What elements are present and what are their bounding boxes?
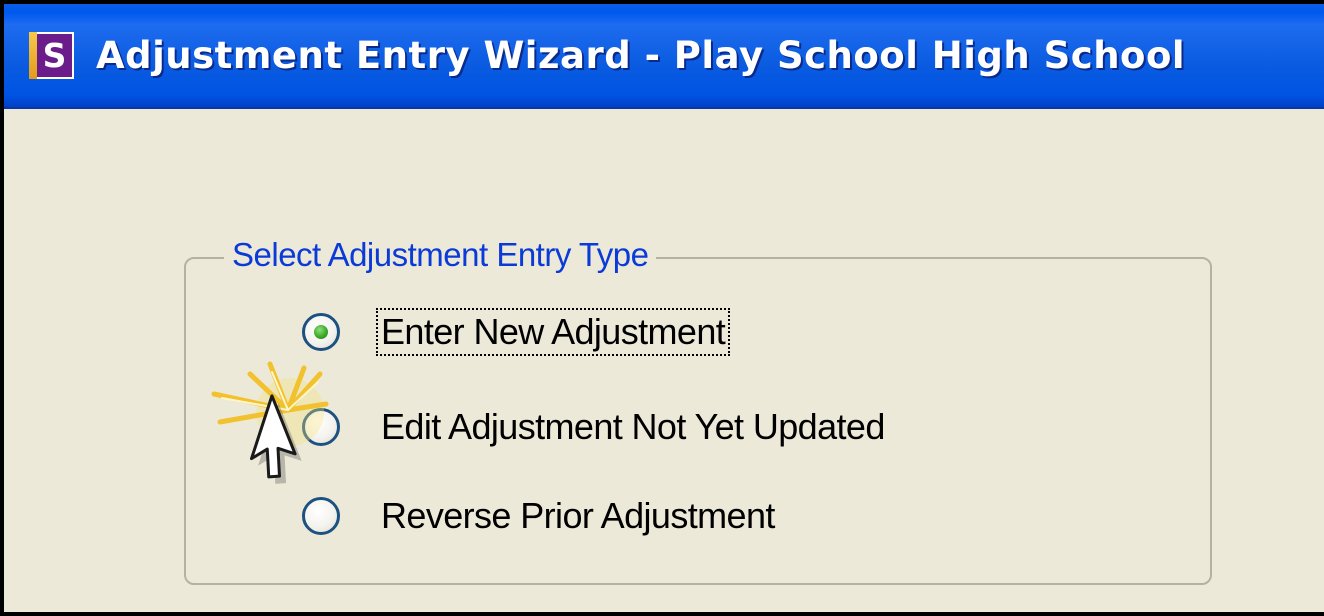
app-icon-letter: S	[37, 32, 74, 79]
wizard-window: S Adjustment Entry Wizard - Play School …	[0, 0, 1324, 616]
option-label[interactable]: Reverse Prior Adjustment	[376, 492, 780, 540]
window-title: Adjustment Entry Wizard - Play School Hi…	[96, 34, 1186, 77]
app-icon-stripe	[29, 32, 37, 79]
option-edit-adjustment-not-yet-updated[interactable]: Edit Adjustment Not Yet Updated	[302, 402, 890, 452]
radio-button-selected[interactable]	[302, 313, 340, 351]
radio-button[interactable]	[302, 408, 340, 446]
option-label[interactable]: Edit Adjustment Not Yet Updated	[376, 403, 890, 451]
app-s-icon[interactable]: S	[29, 32, 74, 79]
radio-button[interactable]	[302, 497, 340, 535]
groupbox-legend: Select Adjustment Entry Type	[224, 233, 657, 277]
title-bar[interactable]: S Adjustment Entry Wizard - Play School …	[4, 4, 1324, 109]
option-enter-new-adjustment[interactable]: Enter New Adjustment	[302, 307, 731, 357]
option-reverse-prior-adjustment[interactable]: Reverse Prior Adjustment	[302, 491, 780, 541]
option-label[interactable]: Enter New Adjustment	[376, 308, 731, 356]
